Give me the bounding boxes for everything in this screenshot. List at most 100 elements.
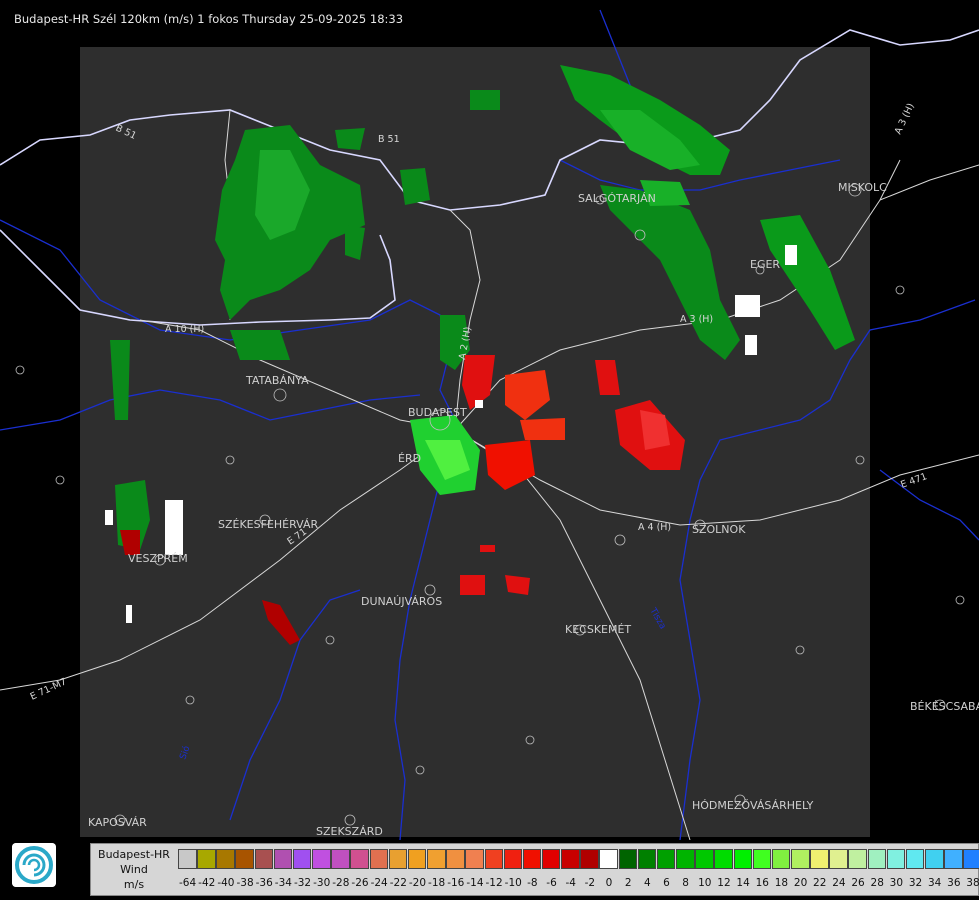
legend-swatch [618,849,638,869]
legend-tick-label: 24 [832,877,846,889]
legend-tick-label: 30 [889,877,904,889]
legend-tick-label: -10 [504,877,522,889]
legend-swatch [695,849,714,869]
city-label-szekszard: SZEKSZÁRD [316,825,383,838]
legend-tick-label: -32 [293,877,312,889]
legend-product-name: Budapest-HR [98,848,170,861]
met-service-logo-icon [12,843,56,887]
radar-map[interactable]: MISKOLC SALGÓTARJÁN EGER TATABÁNYA BUDAP… [0,0,979,840]
legend-tick-label: 14 [736,877,750,889]
legend-swatch [886,849,906,869]
legend-swatch [561,849,580,869]
legend-tick-label: 12 [717,877,731,889]
legend-tick-label: -22 [389,877,407,889]
legend-swatch [771,849,791,869]
city-label-budapest: BUDAPEST [408,406,467,419]
legend-tick-label: -2 [584,877,596,889]
legend-tick-label: 2 [624,877,632,889]
legend-tick-label: 16 [755,877,769,889]
city-label-hodmezovasarhely: HÓDMEZŐVÁSÁRHELY [692,798,814,812]
legend-tick-label: -26 [351,877,369,889]
legend-tick-label: 26 [851,877,865,889]
legend-swatch [522,849,542,869]
legend-quantity: Wind [120,863,148,876]
legend-tick-label: -14 [466,877,484,889]
legend-swatch [465,849,484,869]
legend-swatch [676,849,695,869]
legend-swatch [810,849,829,869]
legend-swatch [905,849,925,869]
city-label-dunaujvaros: DUNAÚJVÁROS [361,595,442,608]
legend-tick-label: -34 [274,877,292,889]
legend-tick-label: 32 [908,877,923,889]
legend-swatch [503,849,523,869]
city-label-tatabanya: TATABÁNYA [245,374,309,387]
legend-swatch [599,849,618,869]
legend-swatch [867,849,887,869]
legend-swatch [791,849,810,869]
legend-swatch [178,849,197,869]
legend-tick-label: -16 [447,877,465,889]
color-scale-legend: Budapest-HR Wind m/s -64 -42 -40 -38 -36 -34-… [90,843,979,896]
legend-swatch [925,849,944,869]
city-label-bekescsaba: BÉKÉSCSABA [910,700,979,713]
legend-tick-label: 34 [927,877,942,889]
legend-tick-label: -38 [236,877,254,889]
legend-tick-labels: -64 -42 -40 -38 -36 -34 -32 -30 -28 -26 -24 -22 -20-… [178,877,979,891]
legend-tick-label: -4 [565,877,576,889]
legend-tick-label: 10 [698,877,712,889]
legend-tick-label: -28 [332,877,350,889]
legend-tick-label: 4 [643,877,651,889]
legend-tick-label: -64 [179,877,197,889]
legend-swatch [733,849,753,869]
legend-tick-label: 36 [947,877,961,889]
legend-swatches [178,849,979,869]
legend-swatch [331,849,350,869]
legend-swatch [197,849,216,869]
legend-tick-label: -20 [408,877,427,889]
road-label-a3: A 3 (H) [680,314,713,325]
legend-swatch [944,849,963,869]
legend-swatch [254,849,274,869]
legend-swatch [848,849,867,869]
city-label-szolnok: SZOLNOK [692,523,746,536]
legend-swatch [656,849,676,869]
legend-swatch [637,849,657,869]
legend-swatch [829,849,848,869]
legend-swatch [216,849,235,869]
legend-tick-label: -6 [546,877,557,889]
legend-swatch [484,849,503,869]
legend-tick-label: 28 [870,877,884,889]
legend-tick-label: 6 [663,877,670,889]
city-label-kecskemet: KECSKEMÉT [565,623,631,636]
legend-swatch [963,849,979,869]
city-label-miskolc: MISKOLC [838,181,887,194]
city-label-kaposvar: KAPOSVÁR [88,816,147,829]
legend-swatch [714,849,733,869]
legend-tick-label: 38 [966,877,979,889]
legend-swatch [388,849,408,869]
legend-swatch [273,849,293,869]
legend-tick-label: -40 [217,877,235,889]
road-label-a10: A 10 (H) [165,324,204,335]
legend-tick-label: -8 [527,877,538,889]
legend-tick-label: -36 [255,877,273,889]
legend-swatch [369,849,389,869]
legend-tick-label: 18 [774,877,789,889]
legend-unit: m/s [123,878,145,891]
legend-tick-label: -42 [198,877,216,889]
legend-title-block: Budapest-HR Wind m/s [91,844,177,897]
city-label-veszprem: VESZPRÉM [128,552,188,565]
legend-tick-label: -12 [485,877,503,889]
legend-swatch [580,849,599,869]
legend-swatch [407,849,427,869]
legend-tick-label: 22 [813,877,827,889]
legend-swatch [292,849,312,869]
legend-tick-label: -30 [313,877,331,889]
legend-swatch [427,849,446,869]
legend-tick-label: 0 [605,877,613,889]
radar-viewer: MISKOLC SALGÓTARJÁN EGER TATABÁNYA BUDAP… [0,0,979,900]
legend-swatch [350,849,369,869]
road-label-a4: A 4 (H) [638,522,671,533]
legend-tick-label: -18 [428,877,446,889]
